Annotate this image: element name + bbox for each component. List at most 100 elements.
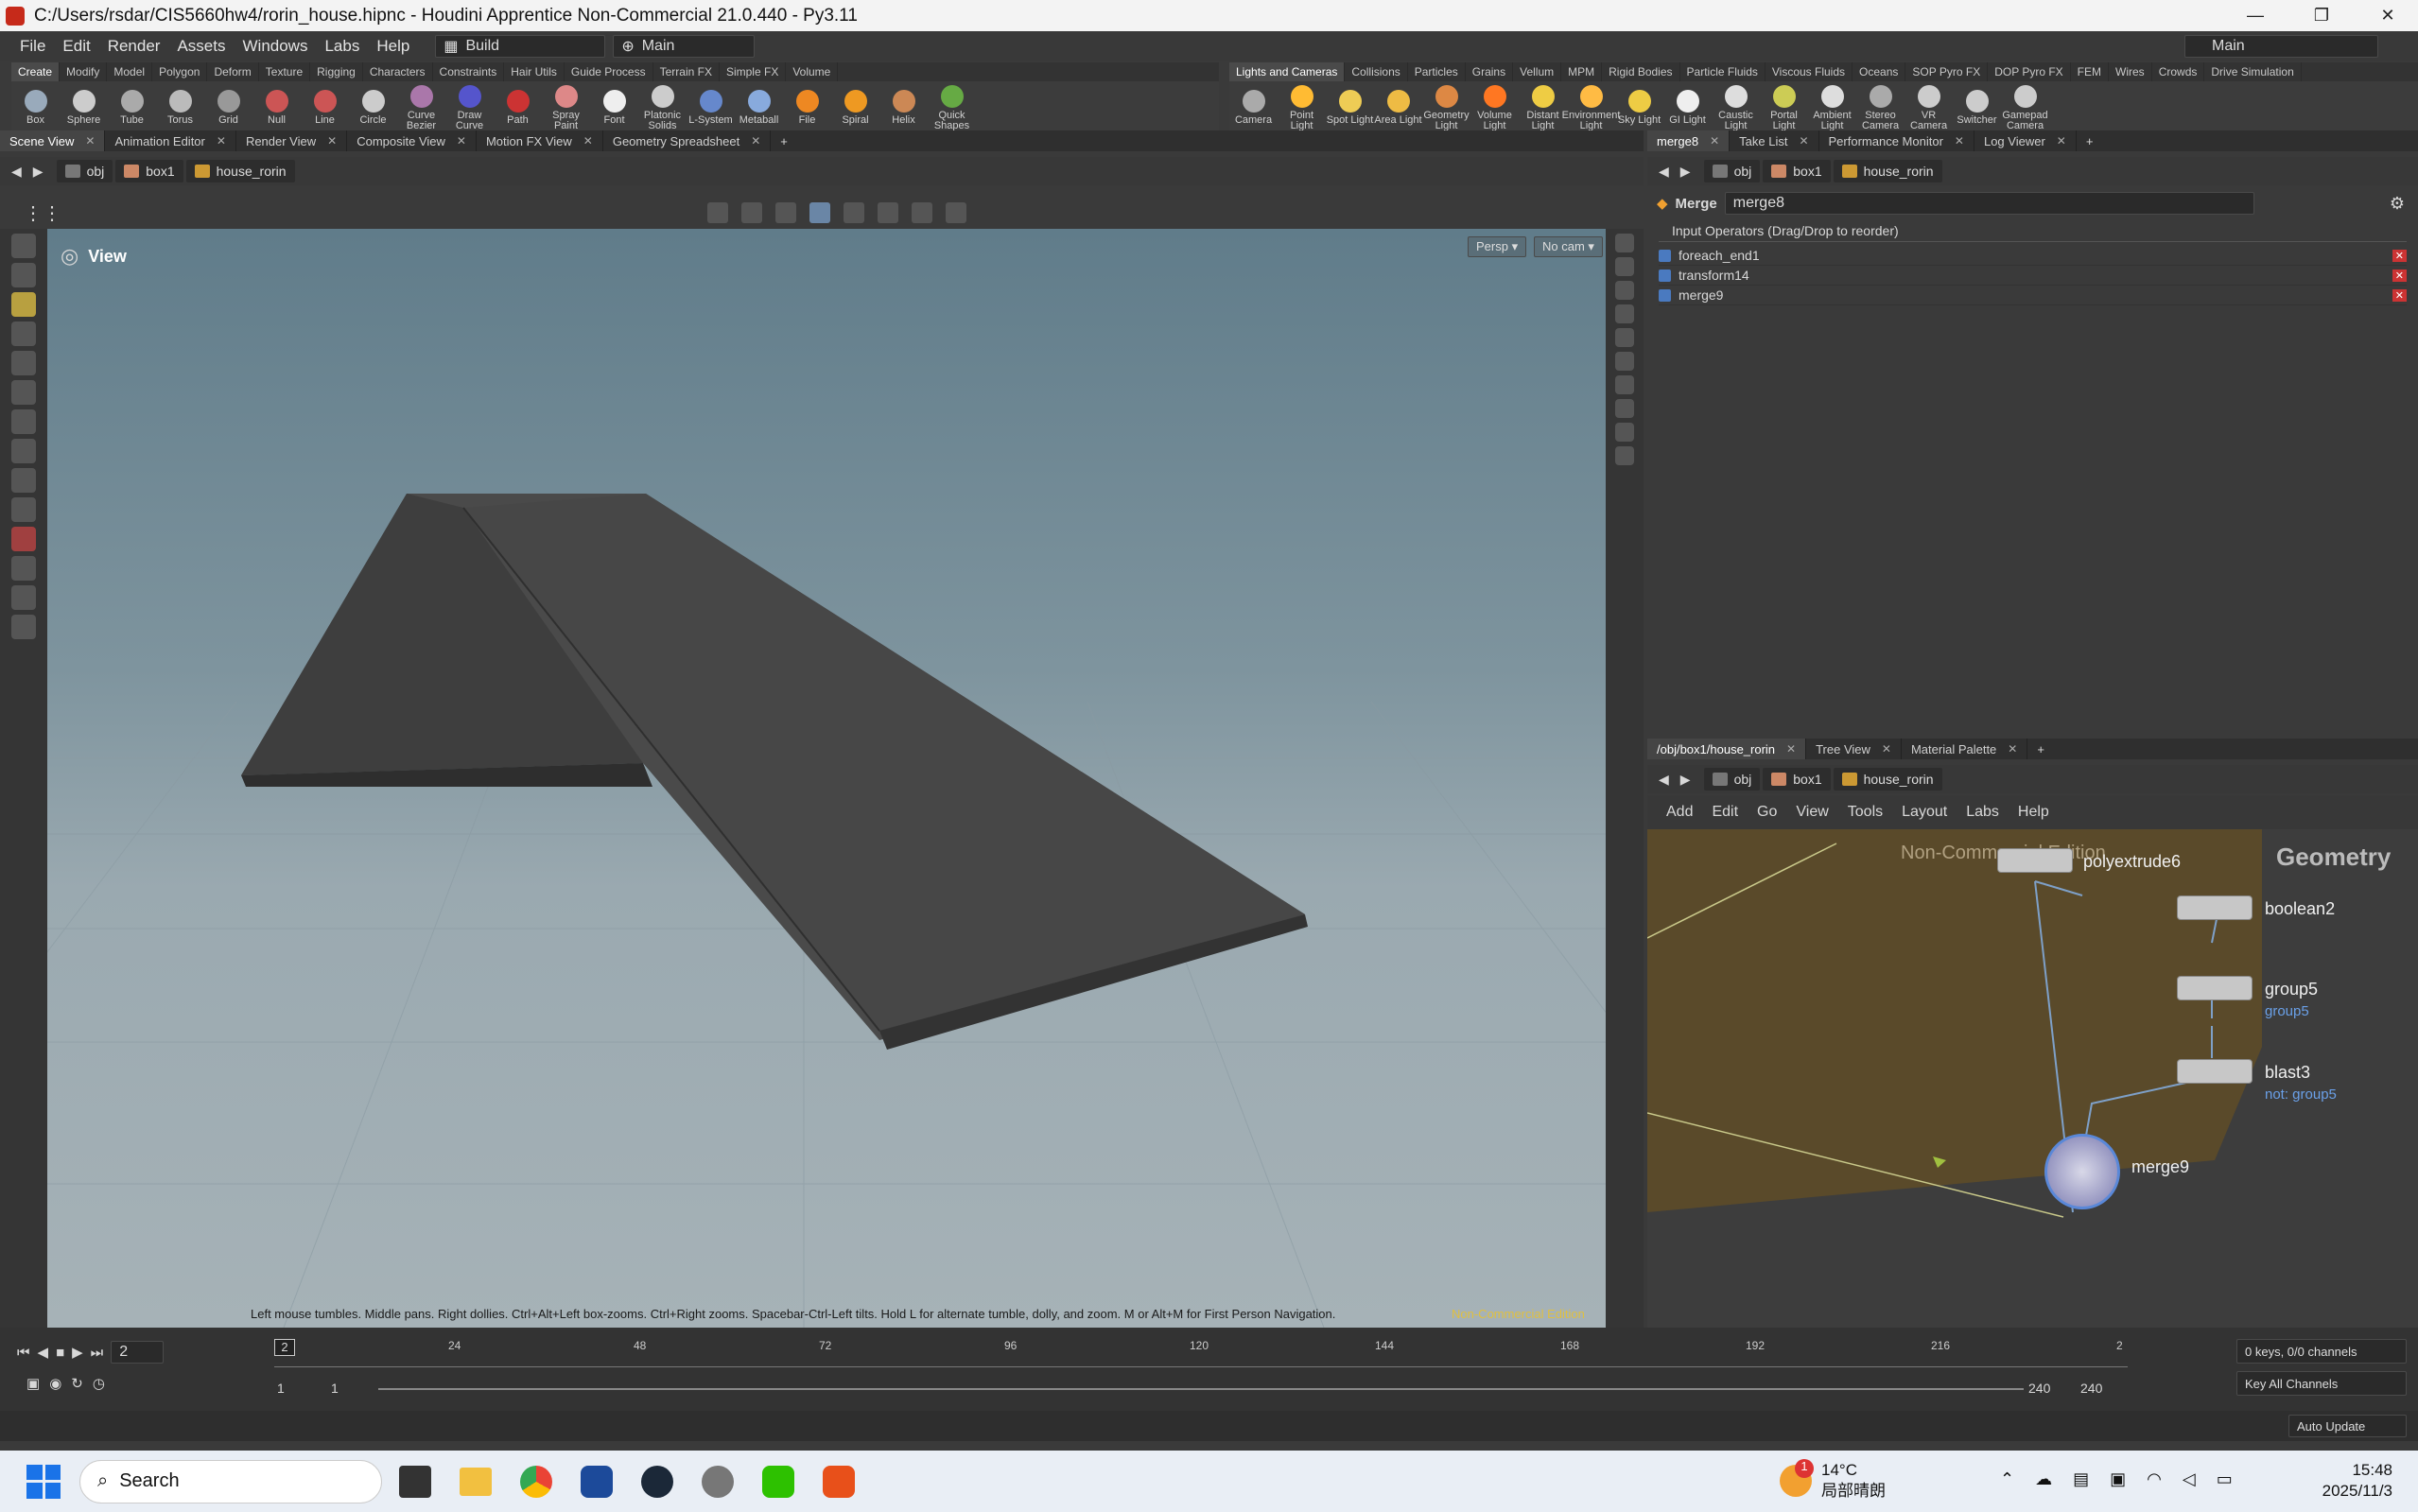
network-menu-item[interactable]: Help [2009, 804, 2059, 821]
pane-tab[interactable]: Log Viewer ✕ [1974, 130, 2077, 151]
shelf-tool-button[interactable]: Geometry Light [1422, 81, 1470, 131]
shelf-tool-button[interactable]: Circle [349, 86, 397, 126]
shelf-tool-button[interactable]: Line [301, 86, 349, 126]
pane-tab[interactable]: Performance Monitor ✕ [1819, 130, 1974, 151]
shelf-tab[interactable]: Viscous Fluids [1766, 62, 1853, 81]
close-tab-icon[interactable]: ✕ [2057, 134, 2066, 148]
display-icon[interactable] [844, 202, 864, 223]
maximize-button[interactable]: ❐ [2293, 0, 2350, 31]
shelf-tab[interactable]: Vellum [1513, 62, 1562, 81]
play-icon[interactable]: ▶ [72, 1344, 83, 1361]
rotate-tool-icon[interactable] [11, 380, 36, 405]
shelf-tab[interactable]: Drive Simulation [2204, 62, 2302, 81]
path-crumb[interactable]: house_rorin [1833, 160, 1942, 182]
network-menu-item[interactable]: Tools [1838, 804, 1892, 821]
network-menu-item[interactable]: View [1786, 804, 1837, 821]
path-crumb[interactable]: house_rorin [1833, 768, 1942, 791]
node-merge9[interactable] [2044, 1134, 2120, 1209]
pane-tab[interactable]: /obj/box1/house_rorin ✕ [1647, 739, 1807, 759]
close-tab-icon[interactable]: ✕ [1786, 742, 1796, 756]
remove-input-icon[interactable]: ✕ [2392, 269, 2407, 282]
tray-app-icon[interactable]: ▤ [2073, 1469, 2089, 1489]
menu-dots-icon[interactable]: ⋮⋮ [24, 201, 61, 225]
shelf-tab[interactable]: DOP Pyro FX [1988, 62, 2071, 81]
menu-item[interactable]: Windows [235, 37, 317, 56]
shelf-tab[interactable]: Texture [259, 62, 311, 81]
pose-tool-icon[interactable] [11, 468, 36, 493]
volume-icon[interactable]: ◁ [2183, 1469, 2196, 1489]
shelf-tab[interactable]: Polygon [152, 62, 208, 81]
shelf-tab[interactable]: Wires [2109, 62, 2152, 81]
node-group5[interactable] [2177, 976, 2253, 1000]
shelf-tool-button[interactable]: Environment Light [1562, 81, 1620, 131]
close-tab-icon[interactable]: ✕ [583, 134, 593, 148]
timeline-ruler[interactable]: 2 24 48 72 96 120 144 168 192 216 2 [274, 1339, 2128, 1367]
network-menu-item[interactable]: Add [1657, 804, 1702, 821]
first-frame-icon[interactable]: ⏮ [17, 1345, 30, 1361]
input-drag-icon[interactable] [1659, 288, 1671, 302]
steam-icon[interactable] [641, 1465, 673, 1498]
visibility-icon[interactable] [912, 202, 932, 223]
shelf-tool-button[interactable]: Torus [156, 86, 204, 126]
scale-tool-icon[interactable] [11, 409, 36, 434]
shelf-tool-button[interactable]: GI Light [1663, 86, 1712, 126]
menu-item[interactable]: Labs [316, 37, 368, 56]
realtime-icon[interactable]: ◷ [93, 1375, 105, 1392]
pane-tab[interactable]: Take List ✕ [1730, 130, 1819, 151]
normals-icon[interactable] [1615, 352, 1634, 371]
pane-tab[interactable]: Material Palette ✕ [1902, 739, 2028, 759]
shelf-tool-button[interactable]: L-System [687, 86, 735, 126]
shelf-tool-button[interactable]: Sky Light [1615, 86, 1663, 126]
network-menu-item[interactable]: Edit [1702, 804, 1748, 821]
path-crumb[interactable]: obj [1703, 768, 1761, 791]
shelf-tool-button[interactable]: Box [11, 86, 60, 126]
shelf-tool-button[interactable]: Path [494, 86, 542, 126]
stop-icon[interactable]: ■ [56, 1345, 64, 1361]
shelf-tool-button[interactable]: Switcher [1953, 86, 2001, 126]
brush-tool-icon[interactable] [11, 292, 36, 317]
pointer-tool-icon[interactable] [11, 322, 36, 346]
transform-mode-icon[interactable] [775, 202, 796, 223]
minimize-button[interactable]: — [2227, 0, 2284, 31]
shelf-tool-button[interactable]: Spiral [831, 86, 879, 126]
back-arrow-icon[interactable]: ◀ [11, 164, 22, 180]
view-tool-icon[interactable] [11, 556, 36, 581]
camera-icon[interactable]: ◎ [61, 244, 78, 269]
pane-tab[interactable]: Composite View ✕ [347, 130, 477, 151]
shelf-tool-button[interactable]: Point Light [1278, 81, 1326, 131]
lock-tool-icon[interactable] [11, 351, 36, 375]
shelf-tool-button[interactable]: VR Camera [1905, 81, 1953, 131]
points-icon[interactable] [1615, 328, 1634, 347]
weather-widget[interactable]: 1 14°C 局部晴朗 [1780, 1459, 1886, 1502]
shelf-tool-button[interactable]: Spray Paint [542, 81, 590, 131]
shelf-tool-button[interactable]: Platonic Solids [638, 81, 687, 131]
shelf-tab[interactable]: Rigging [310, 62, 363, 81]
wechat-icon[interactable] [762, 1465, 794, 1498]
right-desktop-select[interactable]: Main [2184, 35, 2378, 58]
shelf-tab[interactable]: Guide Process [565, 62, 653, 81]
current-frame-field[interactable]: 2 [111, 1341, 165, 1364]
path-crumb[interactable]: box1 [1763, 160, 1831, 182]
magnet-tool-icon[interactable] [11, 527, 36, 551]
shelf-tool-button[interactable]: Distant Light [1519, 81, 1567, 131]
shelf-tool-button[interactable]: Camera [1229, 86, 1278, 126]
desktop-select[interactable]: ▦ Build [435, 35, 606, 58]
shelf-tool-button[interactable]: Helix [879, 86, 928, 126]
shelf-tab[interactable]: Simple FX [720, 62, 787, 81]
shelf-tool-button[interactable]: Metaball [735, 86, 783, 126]
pane-tab[interactable]: Render View ✕ [236, 130, 348, 151]
end-frame[interactable]: 240 [2028, 1381, 2050, 1396]
node-blast3[interactable] [2177, 1059, 2253, 1084]
pane-tab[interactable]: Animation Editor ✕ [105, 130, 236, 151]
shelf-tab[interactable]: Particle Fluids [1680, 62, 1766, 81]
info-icon[interactable] [1615, 446, 1634, 465]
path-crumb[interactable]: obj [1703, 160, 1761, 182]
pane-tab[interactable]: Tree View ✕ [1806, 739, 1902, 759]
close-tab-icon[interactable]: ✕ [327, 134, 337, 148]
range-icon[interactable]: ▣ [26, 1375, 40, 1392]
shelf-tool-button[interactable]: File [783, 86, 831, 126]
close-tab-icon[interactable]: ✕ [2008, 742, 2017, 756]
shelf-tab[interactable]: MPM [1561, 62, 1603, 81]
menu-item[interactable]: Render [99, 37, 169, 56]
close-tab-icon[interactable]: ✕ [217, 134, 226, 148]
